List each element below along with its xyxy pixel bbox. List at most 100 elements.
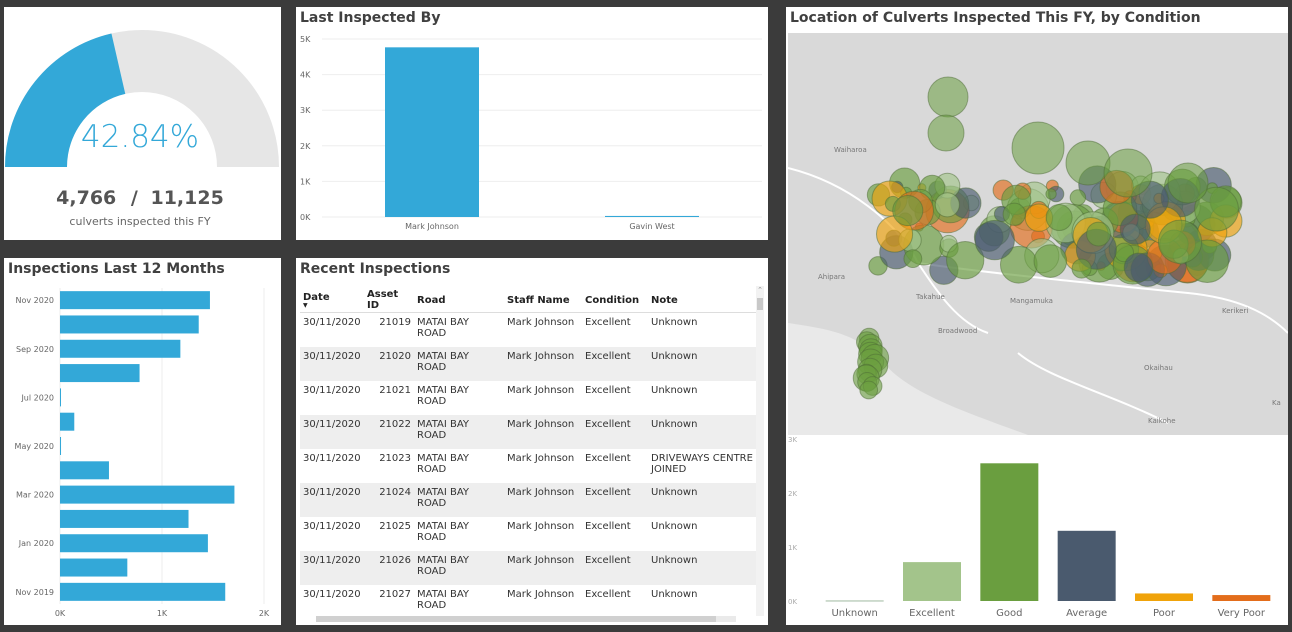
x-tick-label: Poor bbox=[1153, 608, 1176, 619]
culvert-marker bbox=[934, 192, 960, 218]
gauge-percent: 42.84% bbox=[80, 119, 200, 155]
col-note[interactable]: Note bbox=[648, 288, 758, 313]
place-label-kerikeri: Kerikeri bbox=[1222, 307, 1249, 315]
culvert-marker bbox=[1086, 221, 1111, 247]
table-row[interactable]: 30/11/2020 21021 MATAI BAY ROAD Mark Johnson… bbox=[300, 381, 758, 415]
staff-cell: Mark Johnson bbox=[504, 483, 582, 517]
bar-gavin-west bbox=[605, 215, 699, 217]
col-road[interactable]: Road bbox=[414, 288, 504, 313]
culvert-marker bbox=[1071, 258, 1092, 279]
bar-jul-2020 bbox=[60, 388, 61, 407]
bar-unknown bbox=[825, 600, 884, 602]
road-cell: MATAI BAY ROAD bbox=[414, 415, 504, 449]
table-row[interactable]: 30/11/2020 21027 MATAI BAY ROAD Mark Johnson… bbox=[300, 585, 758, 619]
gauge-count: 4,766 / 11,125 bbox=[4, 187, 276, 209]
y-tick-label: Nov 2019 bbox=[15, 588, 54, 597]
y-tick-label: 4K bbox=[300, 71, 311, 80]
last-inspected-tile[interactable]: Last Inspected By 0K 1K 2K 3K 4K 5K Mark Johns… bbox=[296, 7, 768, 240]
bar-mark-johnson bbox=[385, 47, 479, 217]
col-asset-id[interactable]: Asset ID bbox=[364, 288, 414, 313]
scroll-up-icon[interactable]: ⌃ bbox=[756, 286, 764, 294]
x-tick-label: 2K bbox=[259, 609, 270, 618]
map-tile[interactable]: Location of Culverts Inspected This FY, … bbox=[786, 7, 1288, 625]
col-staff-name[interactable]: Staff Name bbox=[504, 288, 582, 313]
gauge-caption: culverts inspected this FY bbox=[69, 215, 211, 228]
staff-cell: Mark Johnson bbox=[504, 347, 582, 381]
asset-id-cell: 21026 bbox=[364, 551, 414, 585]
asset-id-cell: 21023 bbox=[379, 453, 411, 464]
place-label-waiharoa: Waiharoa bbox=[834, 146, 867, 154]
last-inspected-chart[interactable]: 0K 1K 2K 3K 4K 5K Mark Johnson Gavin West bbox=[296, 7, 768, 240]
culvert-marker bbox=[1011, 121, 1065, 175]
table-row[interactable]: 30/11/2020 21022 MATAI BAY ROAD Mark Johnson… bbox=[300, 415, 758, 449]
bar-apr-2020 bbox=[60, 461, 109, 480]
note-cell: Unknown bbox=[648, 415, 758, 449]
bar-aug-2020 bbox=[60, 364, 140, 383]
recent-tile[interactable]: Recent Inspections Date ▼ Asset ID Road S… bbox=[296, 258, 768, 625]
bar-average bbox=[1057, 530, 1116, 601]
culvert-marker bbox=[892, 194, 924, 227]
date-cell: 30/11/2020 bbox=[303, 385, 361, 396]
condition-chart[interactable]: 0K 1K 2K 3K Unknown Excellent Good Average Poor V… bbox=[786, 435, 1288, 625]
place-label-ahipara: Ahipara bbox=[818, 273, 846, 281]
staff-cell: Mark Johnson bbox=[507, 385, 575, 396]
staff-cell: Mark Johnson bbox=[504, 551, 582, 585]
asset-id-cell: 21024 bbox=[364, 483, 414, 517]
condition-cell: Excellent bbox=[585, 589, 631, 600]
y-tick-label: 3K bbox=[300, 106, 311, 115]
condition-cell: Excellent bbox=[585, 521, 631, 532]
table-horizontal-scrollbar[interactable] bbox=[316, 616, 736, 622]
y-tick-label: Sep 2020 bbox=[16, 345, 54, 354]
culvert-marker bbox=[1157, 219, 1203, 264]
road-cell: MATAI BAY ROAD bbox=[414, 347, 504, 381]
inspected-count: 4,766 bbox=[56, 187, 117, 209]
monthly-chart[interactable]: 0K 1K 2K Nov 2020 Sep 2020 Jul 2020 May 2020 Ma… bbox=[4, 258, 281, 625]
bar-poor bbox=[1135, 593, 1193, 601]
x-tick-label: Good bbox=[996, 608, 1022, 619]
table-row[interactable]: 30/11/2020 21019 MATAI BAY ROAD Mark Johnson… bbox=[300, 313, 758, 348]
table-row[interactable]: 30/11/2020 21020 MATAI BAY ROAD Mark Johnson… bbox=[300, 347, 758, 381]
culvert-marker bbox=[859, 380, 879, 400]
road-cell: MATAI BAY ROAD bbox=[417, 453, 470, 475]
x-tick-label: Unknown bbox=[831, 608, 877, 619]
date-cell: 30/11/2020 bbox=[300, 483, 364, 517]
bar-sep-2020 bbox=[60, 339, 181, 358]
y-tick-label: May 2020 bbox=[15, 442, 54, 451]
recent-table[interactable]: Date ▼ Asset ID Road Staff Name Condition… bbox=[300, 288, 758, 619]
table-row[interactable]: 30/11/2020 21024 MATAI BAY ROAD Mark Johnson… bbox=[300, 483, 758, 517]
table-row[interactable]: 30/11/2020 21023 MATAI BAY ROAD Mark Johnson… bbox=[300, 449, 758, 483]
y-tick-label: 1K bbox=[788, 544, 797, 552]
asset-id-cell: 21020 bbox=[364, 347, 414, 381]
culvert-marker bbox=[1045, 204, 1073, 232]
table-vertical-scrollbar[interactable]: ⌃ bbox=[756, 286, 764, 616]
road-cell: MATAI BAY ROAD bbox=[417, 589, 470, 611]
culvert-marker bbox=[1167, 162, 1209, 204]
y-tick-label: 2K bbox=[300, 142, 311, 151]
count-separator: / bbox=[130, 187, 138, 209]
table-header-row: Date ▼ Asset ID Road Staff Name Condition… bbox=[300, 288, 758, 313]
monthly-tile[interactable]: Inspections Last 12 Months 0K 1K 2K Nov 202… bbox=[4, 258, 281, 625]
note-cell: DRIVEWAYS CENTRE JOINED bbox=[651, 453, 753, 475]
staff-cell: Mark Johnson bbox=[507, 521, 575, 532]
bar-nov-2020 bbox=[60, 291, 210, 310]
asset-id-cell: 21019 bbox=[379, 317, 411, 328]
table-row[interactable]: 30/11/2020 21025 MATAI BAY ROAD Mark Johnson… bbox=[300, 517, 758, 551]
scroll-thumb[interactable] bbox=[757, 298, 763, 310]
bar-jan-2020 bbox=[60, 534, 208, 553]
x-tick-label: 1K bbox=[157, 609, 168, 618]
date-cell: 30/11/2020 bbox=[303, 589, 361, 600]
col-date[interactable]: Date ▼ bbox=[300, 288, 364, 313]
col-condition[interactable]: Condition bbox=[582, 288, 648, 313]
note-cell: Unknown bbox=[651, 521, 698, 532]
table-row[interactable]: 30/11/2020 21026 MATAI BAY ROAD Mark Johnson… bbox=[300, 551, 758, 585]
bar-nov-2019 bbox=[60, 582, 226, 601]
culvert-marker bbox=[974, 219, 1015, 261]
date-cell: 30/11/2020 bbox=[303, 317, 361, 328]
condition-cell: Excellent bbox=[585, 385, 631, 396]
culvert-map[interactable] bbox=[788, 33, 1288, 435]
culvert-marker bbox=[1123, 252, 1154, 283]
bar-jun-2020 bbox=[60, 412, 75, 431]
scroll-h-thumb[interactable] bbox=[316, 616, 716, 622]
date-cell: 30/11/2020 bbox=[300, 551, 364, 585]
asset-id-cell: 21022 bbox=[364, 415, 414, 449]
